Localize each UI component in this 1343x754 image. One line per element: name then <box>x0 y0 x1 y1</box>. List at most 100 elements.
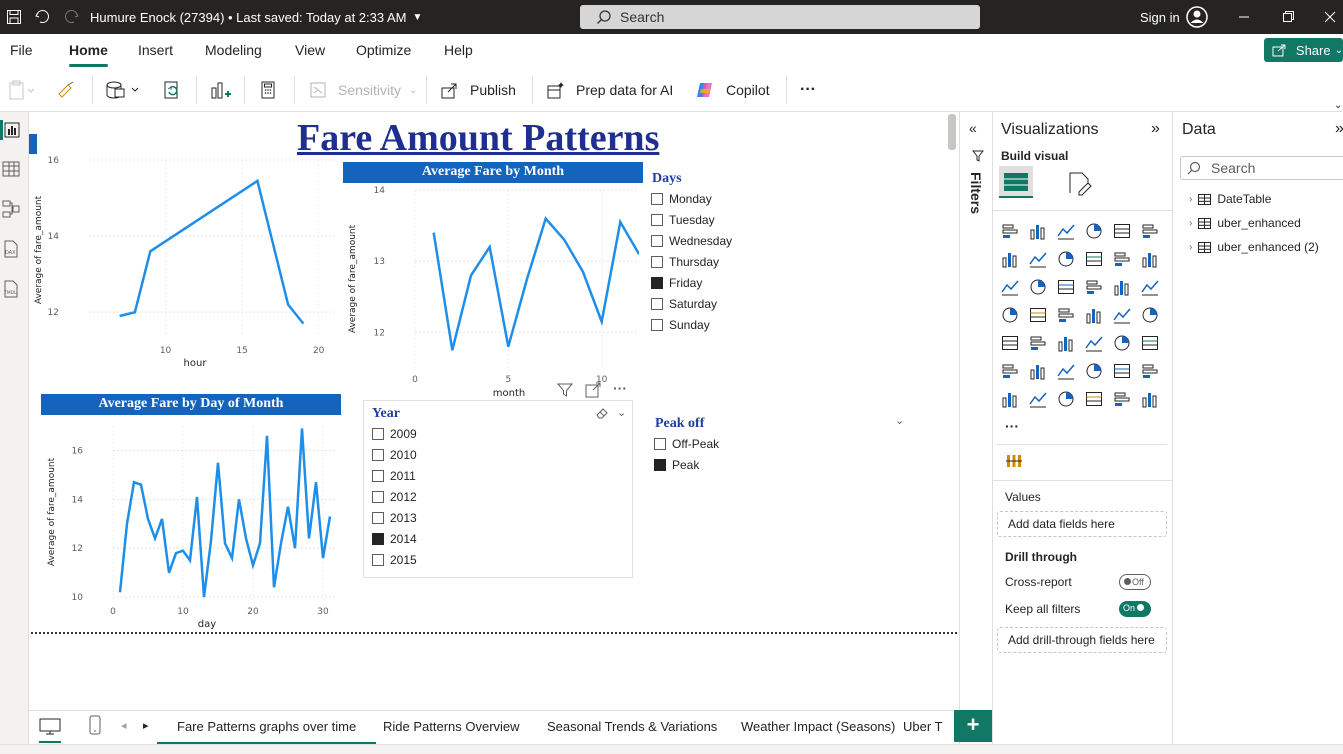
menu-insert[interactable]: Insert <box>138 42 173 58</box>
fare-by-month-chart[interactable]: 1213140 5 10 month Average of fare_amount <box>339 184 639 404</box>
day-option[interactable]: Saturday <box>651 297 717 311</box>
metrics-icon[interactable] <box>1141 362 1161 382</box>
model-view-icon[interactable] <box>2 200 22 220</box>
100-stacked-column-icon[interactable] <box>1141 222 1161 242</box>
checkbox[interactable] <box>372 449 384 461</box>
donut-chart-icon[interactable] <box>1141 278 1161 298</box>
checkbox[interactable] <box>651 235 663 247</box>
collapse-pane-icon[interactable]: » <box>1151 120 1160 138</box>
multi-row-card-icon[interactable] <box>1001 334 1021 354</box>
expand-filters-icon[interactable]: « <box>969 120 977 136</box>
python-visual-icon[interactable] <box>1001 362 1021 382</box>
day-option[interactable]: Sunday <box>651 318 710 332</box>
scroll-tabs-right-icon[interactable]: ▸ <box>143 719 149 732</box>
custom-visual-icon[interactable] <box>1005 452 1023 470</box>
card-icon[interactable] <box>1141 306 1161 326</box>
day-option[interactable]: Monday <box>651 192 712 206</box>
kpi-icon[interactable] <box>1029 334 1049 354</box>
drill-through-drop-zone[interactable]: Add drill-through fields here <box>997 627 1167 653</box>
maximize-icon[interactable] <box>1280 0 1296 34</box>
table-icon[interactable] <box>1085 334 1105 354</box>
format-visual-tab[interactable] <box>1067 170 1093 199</box>
ribbon-chart-icon[interactable] <box>1001 278 1021 298</box>
values-drop-zone[interactable]: Add data fields here <box>997 511 1167 537</box>
dax-query-view-icon[interactable]: DAX <box>2 240 22 260</box>
power-apps-icon[interactable] <box>1029 390 1049 410</box>
table-view-icon[interactable] <box>2 160 22 180</box>
year-option[interactable]: 2014 <box>372 532 417 546</box>
checkbox[interactable] <box>651 256 663 268</box>
map-icon[interactable] <box>1029 306 1049 326</box>
year-option[interactable]: 2015 <box>372 553 417 567</box>
clustered-column-icon[interactable] <box>1085 222 1105 242</box>
checkbox[interactable] <box>372 512 384 524</box>
checkbox[interactable] <box>372 491 384 503</box>
filter-icon[interactable] <box>557 382 573 398</box>
chevron-down-icon[interactable]: ⌄ <box>895 414 904 427</box>
peak-option[interactable]: Peak <box>654 458 699 472</box>
clustered-bar-icon[interactable] <box>1057 222 1077 242</box>
decomposition-tree-icon[interactable] <box>1057 362 1077 382</box>
scatter-chart-icon[interactable] <box>1085 278 1105 298</box>
checkbox[interactable] <box>372 554 384 566</box>
menu-modeling[interactable]: Modeling <box>205 42 262 58</box>
save-icon[interactable] <box>6 0 22 34</box>
page-tab[interactable]: Ride Patterns Overview <box>363 711 540 745</box>
calculator-icon[interactable] <box>258 79 278 101</box>
menu-view[interactable]: View <box>295 42 325 58</box>
build-visual-tab[interactable] <box>999 166 1033 198</box>
chevron-visual-icon[interactable] <box>1141 390 1161 410</box>
day-option[interactable]: Friday <box>651 276 702 290</box>
line-chart-icon[interactable] <box>1001 250 1021 270</box>
waterfall-chart-icon[interactable] <box>1029 278 1049 298</box>
keep-all-filters-toggle[interactable]: On <box>1119 601 1151 617</box>
canvas-scrollbar[interactable] <box>948 114 956 150</box>
page-tab[interactable]: Uber T <box>883 711 957 745</box>
checkbox[interactable] <box>651 319 663 331</box>
day-option[interactable]: Tuesday <box>651 213 715 227</box>
checkbox[interactable] <box>651 214 663 226</box>
gauge-icon[interactable] <box>1113 306 1133 326</box>
filled-map-icon[interactable] <box>1057 306 1077 326</box>
power-automate-icon[interactable] <box>1057 390 1077 410</box>
get-data-icon[interactable] <box>104 79 142 101</box>
menu-home[interactable]: Home <box>69 42 108 67</box>
checkbox[interactable] <box>651 298 663 310</box>
stacked-column-icon[interactable] <box>1029 222 1049 242</box>
azure-map-icon[interactable] <box>1085 306 1105 326</box>
close-icon[interactable] <box>1322 0 1338 34</box>
scroll-tabs-left-icon[interactable]: ◂ <box>121 719 127 732</box>
copilot-button[interactable]: Copilot <box>694 79 770 101</box>
account-icon[interactable] <box>1186 0 1208 34</box>
page-tab[interactable]: Seasonal Trends & Variations <box>527 711 737 745</box>
pie-chart-icon[interactable] <box>1113 278 1133 298</box>
menu-file[interactable]: File <box>10 42 33 58</box>
format-painter-icon[interactable] <box>56 79 76 101</box>
day-option[interactable]: Wednesday <box>651 234 732 248</box>
year-option[interactable]: 2011 <box>372 469 416 483</box>
new-slicer-icon[interactable] <box>1113 390 1133 410</box>
sign-in-link[interactable]: Sign in <box>1140 0 1180 34</box>
new-visual-icon[interactable] <box>210 79 232 101</box>
100-stacked-bar-icon[interactable] <box>1113 222 1133 242</box>
focus-mode-icon[interactable] <box>585 382 601 398</box>
year-option[interactable]: 2012 <box>372 490 417 504</box>
day-option[interactable]: Thursday <box>651 255 719 269</box>
add-page-button[interactable]: + <box>954 710 992 742</box>
line-clustered-column-icon[interactable] <box>1141 250 1161 270</box>
tmdl-view-icon[interactable]: TMDL <box>2 280 22 300</box>
publish-button[interactable]: Publish <box>440 79 516 101</box>
eraser-icon[interactable] <box>595 406 609 420</box>
funnel-chart-icon[interactable] <box>1057 278 1077 298</box>
more-options-button[interactable]: ··· <box>800 79 816 101</box>
prep-data-button[interactable]: Prep data for AI <box>546 79 673 101</box>
r-visual-icon[interactable] <box>1141 334 1161 354</box>
checkbox[interactable] <box>372 533 384 545</box>
checkbox[interactable] <box>372 428 384 440</box>
year-option[interactable]: 2013 <box>372 511 417 525</box>
more-options-icon[interactable]: ··· <box>613 381 627 398</box>
qa-icon[interactable] <box>1085 362 1105 382</box>
year-option[interactable]: 2009 <box>372 427 417 441</box>
year-option[interactable]: 2010 <box>372 448 417 462</box>
more-visuals-icon[interactable]: ··· <box>1005 418 1019 434</box>
